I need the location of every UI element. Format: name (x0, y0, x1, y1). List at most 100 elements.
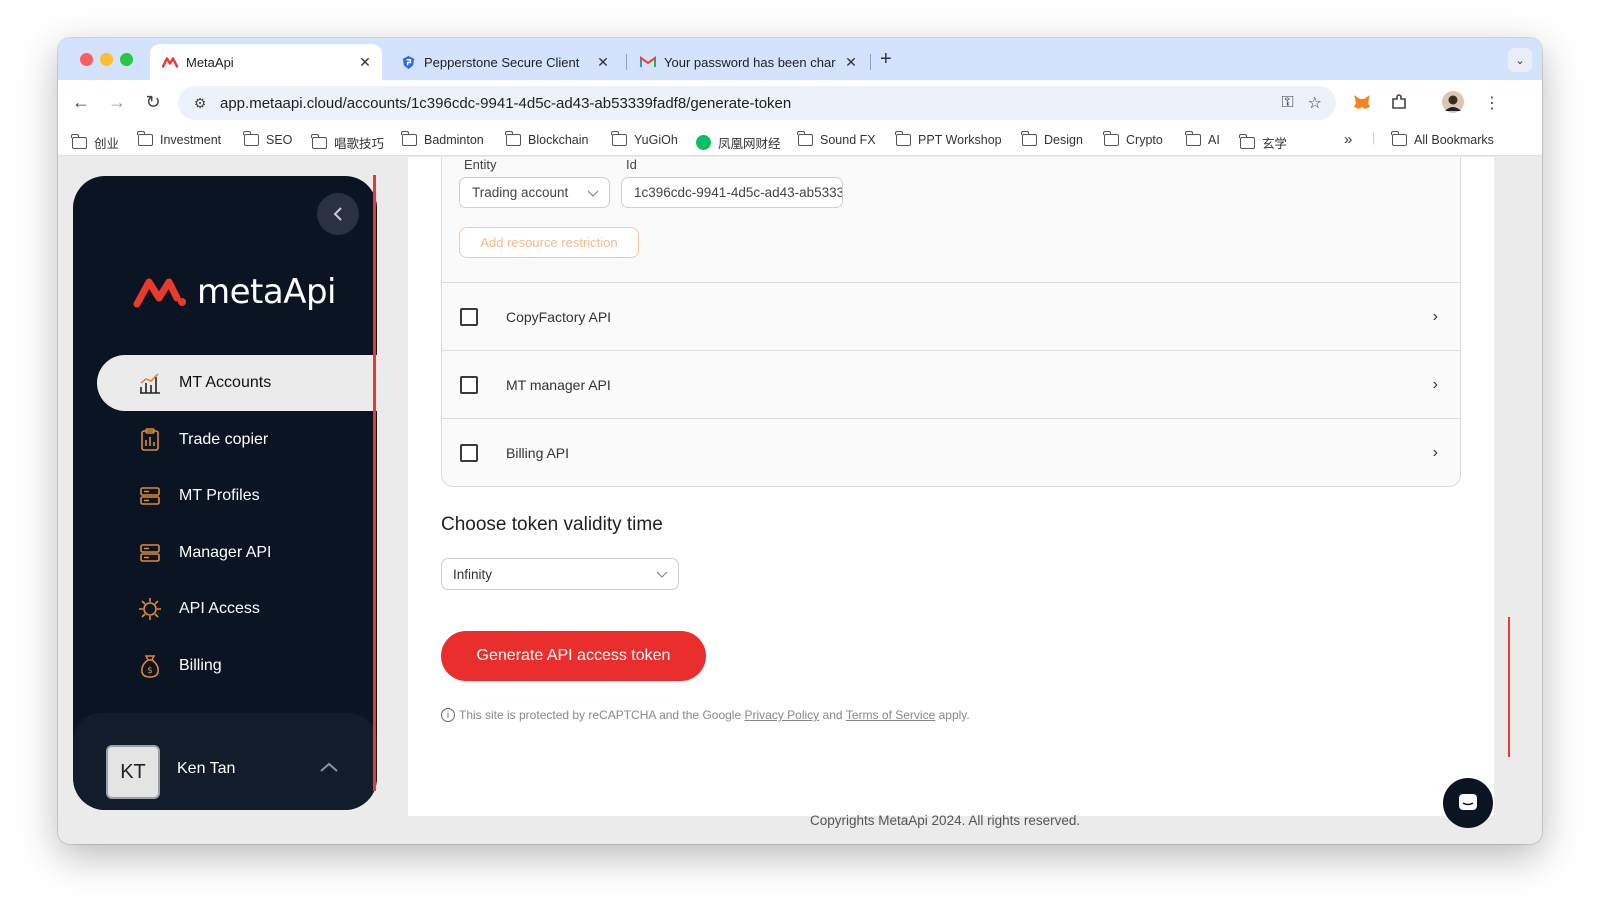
chevron-down-icon (587, 184, 599, 205)
back-icon[interactable]: ← (70, 92, 92, 113)
user-panel[interactable]: KT Ken Tan (73, 713, 377, 810)
tab-gmail[interactable]: Your password has been char ✕ (628, 44, 868, 80)
minimize-window-button[interactable] (100, 53, 113, 66)
chevron-right-icon[interactable]: › (1433, 376, 1438, 394)
bookmark-folder[interactable]: Design (1021, 131, 1083, 147)
entity-select[interactable]: Trading account (459, 177, 610, 208)
sidebar-item-mt-profiles[interactable]: MT Profiles (97, 468, 377, 524)
bookmark-folder[interactable]: Investment (137, 131, 221, 147)
sidebar-item-label: MT Accounts (179, 374, 272, 391)
bookmark-folder[interactable]: SEO (243, 131, 292, 147)
tab-pepperstone[interactable]: Pepperstone Secure Client ✕ (388, 44, 620, 80)
metaapi-logo-icon (133, 278, 186, 308)
generate-token-button[interactable]: Generate API access token (441, 631, 706, 681)
entity-label: Entity (464, 157, 497, 172)
checkbox[interactable] (460, 307, 478, 326)
more-bookmarks-icon[interactable]: » (1344, 131, 1352, 148)
bookmark-folder[interactable]: 唱歌技巧 (311, 133, 384, 152)
forward-icon[interactable]: → (106, 92, 128, 113)
money-bag-icon: $ (137, 653, 163, 679)
tab-separator (870, 54, 871, 70)
checkbox[interactable] (460, 375, 478, 394)
api-row-copyfactory[interactable]: CopyFactory API › (442, 282, 1460, 350)
folder-icon (1103, 131, 1119, 146)
chat-button[interactable] (1443, 778, 1493, 828)
clipboard-icon (137, 427, 163, 453)
metaapi-favicon-icon (162, 54, 178, 70)
close-tab-icon[interactable]: ✕ (356, 54, 374, 71)
permissions-box: Entity Id Trading account 1c396cdc-9941-… (441, 157, 1461, 487)
sidebar-item-manager-api[interactable]: Manager API (97, 525, 377, 581)
chevron-left-icon (333, 207, 342, 221)
reload-icon[interactable]: ↻ (142, 92, 164, 113)
folder-icon (71, 133, 87, 149)
sidebar-item-trade-copier[interactable]: Trade copier (97, 412, 377, 468)
close-window-button[interactable] (80, 53, 93, 66)
sidebar-item-billing[interactable]: $ Billing (97, 638, 377, 694)
bookmark-folder[interactable]: Badminton (401, 131, 484, 147)
sidebar-item-label: MT Profiles (179, 487, 260, 504)
add-resource-restriction-button[interactable]: Add resource restriction (459, 227, 639, 258)
sidebar: metaApi MT Accounts Trade copier MT Prof… (73, 176, 377, 810)
tab-search-icon[interactable]: ⌄ (1508, 48, 1532, 72)
bookmark-folder[interactable]: 创业 (71, 133, 119, 152)
folder-icon (1185, 131, 1201, 146)
folder-icon (311, 133, 327, 149)
site-settings-icon[interactable]: ⚙ (190, 95, 210, 112)
api-row-billing[interactable]: Billing API › (442, 418, 1460, 486)
metaapi-logo[interactable]: metaApi (133, 272, 337, 312)
password-key-icon[interactable]: ⚿ (1281, 94, 1293, 112)
validity-select[interactable]: Infinity (441, 558, 679, 590)
chat-icon (1459, 794, 1477, 810)
sidebar-accent-line (373, 175, 376, 791)
bookmark-folder[interactable]: Crypto (1103, 131, 1163, 147)
sidebar-item-label: Trade copier (179, 431, 269, 448)
menu-kebab-icon[interactable]: ⋮ (1484, 93, 1500, 113)
tab-metaapi[interactable]: MetaApi ✕ (150, 44, 382, 80)
chevron-right-icon[interactable]: › (1433, 308, 1438, 326)
bookmark-folder[interactable]: 玄学 (1239, 133, 1287, 152)
chart-icon (137, 370, 163, 396)
bookmark-folder[interactable]: YuGiOh (611, 131, 678, 147)
extensions-puzzle-icon[interactable] (1390, 93, 1408, 116)
profile-avatar[interactable] (1442, 91, 1464, 118)
close-tab-icon[interactable]: ✕ (594, 54, 612, 71)
bookmark-star-icon[interactable]: ☆ (1308, 93, 1322, 113)
terms-of-service-link[interactable]: Terms of Service (846, 708, 935, 722)
id-input[interactable]: 1c396cdc-9941-4d5c-ad43-ab53339fadf8 (621, 177, 843, 208)
bookmarks-divider: | (1372, 131, 1376, 145)
api-row-mt-manager[interactable]: MT manager API › (442, 350, 1460, 418)
id-label: Id (626, 157, 637, 172)
page-content: metaApi MT Accounts Trade copier MT Prof… (58, 157, 1542, 844)
bookmark-folder[interactable]: Sound FX (797, 131, 876, 147)
all-bookmarks-button[interactable]: All Bookmarks (1391, 131, 1494, 147)
collapse-sidebar-button[interactable] (317, 193, 359, 235)
tab-title: Your password has been char (664, 54, 836, 70)
info-icon: i (441, 708, 455, 722)
tab-title: MetaApi (186, 54, 234, 70)
folder-icon (797, 131, 813, 146)
close-tab-icon[interactable]: ✕ (842, 54, 860, 71)
sidebar-item-mt-accounts[interactable]: MT Accounts (97, 355, 377, 411)
checkbox[interactable] (460, 443, 478, 462)
chevron-up-icon[interactable] (319, 757, 339, 778)
folder-icon (243, 131, 259, 146)
url-text[interactable]: app.metaapi.cloud/accounts/1c396cdc-9941… (220, 95, 1281, 112)
metamask-extension-icon[interactable] (1352, 93, 1372, 116)
user-name: Ken Tan (177, 760, 236, 777)
bookmark-folder[interactable]: PPT Workshop (895, 131, 1002, 147)
address-bar[interactable]: ⚙ app.metaapi.cloud/accounts/1c396cdc-99… (178, 86, 1336, 120)
api-row-label: MT manager API (506, 376, 611, 393)
bookmark-link[interactable]: 凤凰网财经 (696, 133, 781, 152)
new-tab-button[interactable]: + (880, 48, 892, 71)
gmail-favicon-icon (640, 54, 656, 70)
bookmark-folder[interactable]: Blockchain (505, 131, 588, 147)
chevron-right-icon[interactable]: › (1433, 444, 1438, 462)
sidebar-item-api-access[interactable]: API Access (97, 581, 377, 637)
bookmarks-bar: 创业 Investment SEO 唱歌技巧 Badminton Blockch… (58, 126, 1542, 156)
tab-separator (626, 54, 627, 70)
maximize-window-button[interactable] (120, 53, 133, 66)
chevron-down-icon (656, 565, 668, 586)
bookmark-folder[interactable]: AI (1185, 131, 1220, 147)
privacy-policy-link[interactable]: Privacy Policy (744, 708, 819, 722)
